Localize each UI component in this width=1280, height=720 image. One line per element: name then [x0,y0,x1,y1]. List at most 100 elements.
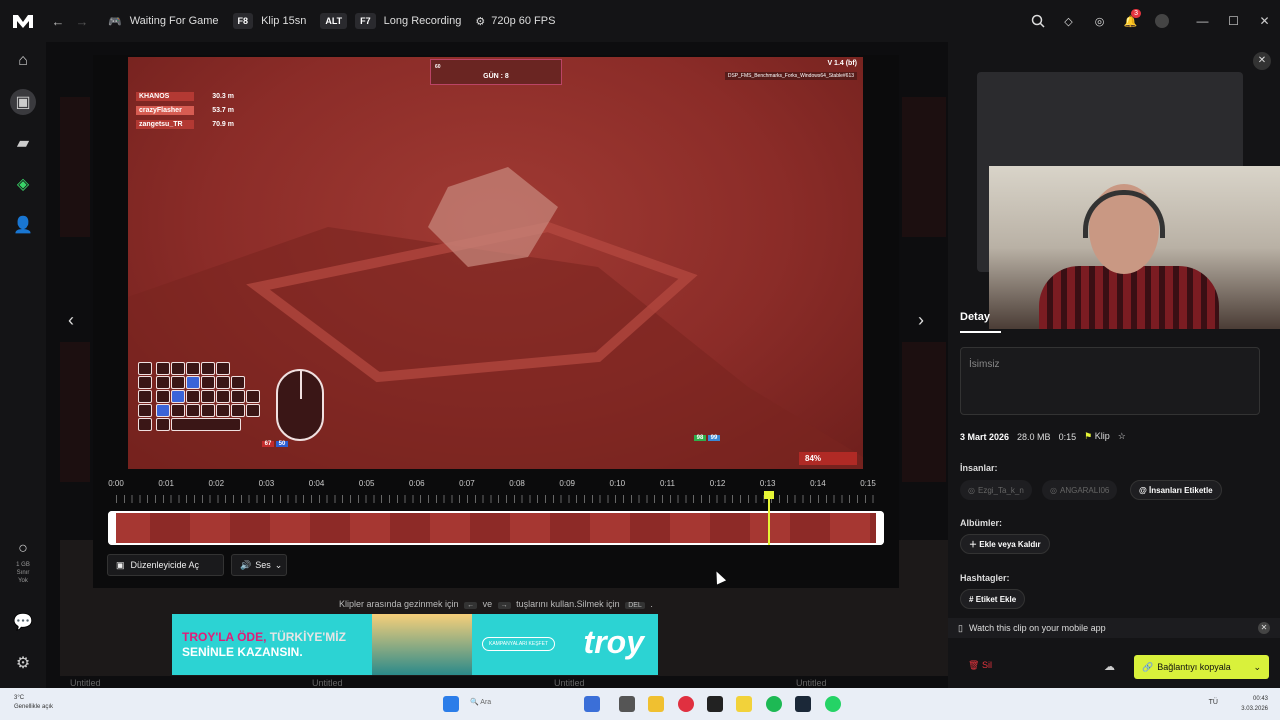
keyboard-key [231,376,245,389]
opera-icon[interactable] [678,696,694,712]
app-icon[interactable] [736,696,752,712]
armor-value: 50 [276,441,288,447]
bell-icon[interactable]: 🔔 3 [1115,8,1146,28]
editor-icon: ▣ [116,559,125,570]
minimize-button[interactable]: — [1187,14,1218,28]
clip-thumbnail[interactable] [902,342,946,482]
tag-people-button[interactable]: @ İnsanları Etiketle [1130,480,1222,500]
add-friend-icon[interactable]: 👤 [12,214,34,236]
clip-thumbnail[interactable] [902,97,946,237]
left-key-icon: ← [464,602,478,609]
discord-icon[interactable]: ◎ [1084,15,1115,28]
clip-thumbnail[interactable] [60,97,90,237]
mobile-app-banner[interactable]: ▯ Watch this clip on your mobile app ✕ [948,618,1280,638]
video-player[interactable]: KHANOS 30.3 m crazyFlasher 53.7 m zanget… [128,57,863,469]
audio-dropdown[interactable]: 🔊 Ses ⌄ [231,554,287,576]
start-icon[interactable] [443,696,459,712]
close-viewer-button[interactable]: ✕ [1253,52,1271,70]
mouse-overlay-icon [276,369,324,441]
person-chip[interactable]: ◎ Ezgi_Ta_k_n [960,480,1032,500]
prev-clip-arrow-icon[interactable]: ‹ [59,310,83,331]
feedback-icon[interactable]: 💬 [12,611,34,633]
dismiss-banner-icon[interactable]: ✕ [1258,622,1270,634]
quality-setting[interactable]: ⚙ 720p 60 FPS [475,15,555,28]
keyboard-key [186,404,200,417]
keyboard-key [171,362,185,375]
chevron-down-icon[interactable]: ⌄ [1253,662,1261,673]
albums-heading: Albümler: [960,518,1003,528]
diamond-icon[interactable]: ◇ [1053,15,1084,28]
player-list: KHANOS 30.3 m crazyFlasher 53.7 m zanget… [134,89,236,131]
hashtags-heading: Hashtagler: [960,573,1010,583]
player-row: crazyFlasher 53.7 m [134,103,236,117]
app-logo-icon[interactable] [0,13,46,29]
upload-cloud-icon[interactable]: ☁ [1104,660,1115,673]
next-clip-arrow-icon[interactable]: › [909,310,933,331]
avatar-icon[interactable] [1146,14,1177,28]
playhead[interactable] [763,491,774,545]
timeline-tick-label: 0:15 [860,479,876,488]
close-window-button[interactable]: ✕ [1249,14,1280,28]
keyboard-key [171,390,185,403]
game-status[interactable]: 🎮 Waiting For Game [108,15,219,28]
app-icon[interactable] [619,696,635,712]
app-icon[interactable] [584,696,600,712]
folder-icon[interactable] [648,696,664,712]
back-arrow-icon[interactable]: ← [46,14,70,29]
storage-ring-icon: ○ [18,540,28,557]
forward-arrow-icon[interactable]: → [70,14,94,29]
taskbar-search[interactable]: 🔍 Ara [470,698,491,706]
recording-hotkey[interactable]: ALT F7 Long Recording [320,13,461,29]
trim-end-handle[interactable] [876,511,884,545]
clips-icon[interactable]: ▣ [10,89,36,115]
clip-thumbnail[interactable] [60,342,90,482]
clip-hotkey[interactable]: F8 Klip 15sn [232,13,306,29]
albums-button[interactable]: ＋ Ekle veya Kaldır [960,534,1050,554]
timeline-ticks [116,495,874,503]
keyboard-key [216,390,230,403]
stat-b-value: 99 [708,435,720,441]
timeline-tick-label: 0:13 [759,479,776,488]
clock[interactable]: 00:43 3.03.2026 [1241,694,1268,714]
keyboard-key [138,404,152,417]
game-library-icon[interactable]: ◈ [12,173,34,195]
weather-widget[interactable]: 3°C Genellikle açık [14,694,53,712]
keyboard-key [156,390,170,403]
timeline-tick-label: 0:02 [208,479,225,488]
notification-badge: 3 [1131,8,1141,18]
open-editor-button[interactable]: ▣ Düzenleyicide Aç [107,554,224,576]
whatsapp-icon[interactable] [825,696,841,712]
tab-details[interactable]: Detay [960,311,990,323]
home-icon[interactable]: ⌂ [12,50,34,72]
gamepad-icon: 🎮 [108,15,122,28]
steam-icon[interactable] [795,696,811,712]
language-indicator[interactable]: TÜ [1209,699,1218,706]
keyboard-key [156,404,170,417]
person-chip[interactable]: ◎ ANGARALI06 [1042,480,1118,500]
clip-type: ⚑ Klip [1084,431,1110,441]
people-heading: İnsanlar: [960,463,998,473]
delete-button[interactable]: 🗑 Sil [968,660,992,671]
ad-cta[interactable]: KAMPANYALARI KEŞFET [482,637,555,651]
ad-banner[interactable]: TROY'LA ÖDE, TÜRKİYE'MİZ SENİNLE KAZANSI… [172,614,658,675]
copy-link-button[interactable]: 🔗 Bağlantıyı kopyala ⌄ [1134,655,1269,679]
spotify-icon[interactable] [766,696,782,712]
star-icon[interactable]: ☆ [1118,431,1126,442]
timeline-tick-label: 0:07 [459,479,475,488]
maximize-button[interactable]: ☐ [1218,14,1249,28]
phone-icon: ▯ [958,622,963,633]
flag-icon: ⚑ [1084,431,1093,441]
settings-icon[interactable]: ⚙ [12,652,34,674]
medal-icon[interactable] [707,696,723,712]
search-icon[interactable] [1022,14,1053,28]
keyboard-key [156,418,170,431]
clip-title-input[interactable]: İsimsiz [960,347,1260,415]
clip-viewer: KHANOS 30.3 m crazyFlasher 53.7 m zanget… [68,55,924,588]
trim-start-handle[interactable] [108,511,116,545]
timeline[interactable]: 0:00 0:01 0:02 0:03 0:04 0:05 0:06 0:07 0:08 0:09… [108,479,884,549]
keyboard-key [216,404,230,417]
chevron-down-icon: ⌄ [274,559,283,570]
timeline-tick-label: 0:08 [509,479,525,488]
add-tag-button[interactable]: # Etiket Ekle [960,589,1026,609]
folder-icon[interactable]: ▰ [12,132,34,154]
